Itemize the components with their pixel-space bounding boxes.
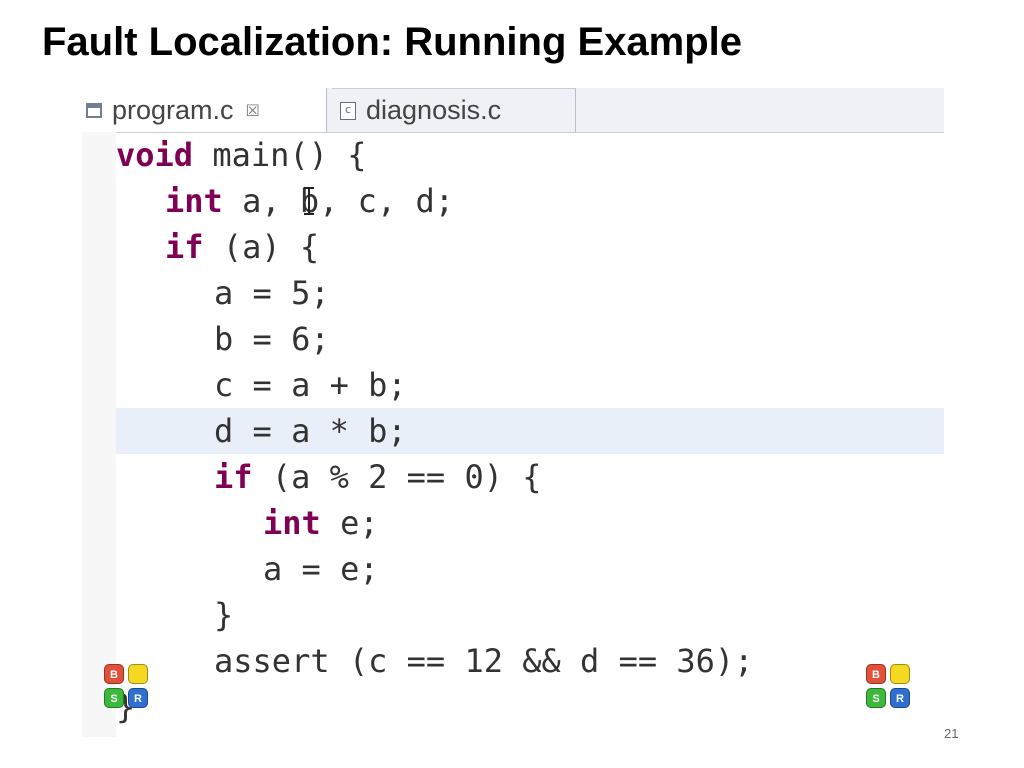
tab-label: program.c <box>112 94 234 125</box>
code-line[interactable]: int a, b, c, d; <box>116 178 944 224</box>
code-text: d = a * b; <box>214 412 407 450</box>
tab-label: diagnosis.c <box>366 95 502 125</box>
code-text: e; <box>320 504 379 542</box>
logo-tile <box>890 664 910 684</box>
code-line[interactable]: a = e; <box>116 546 944 592</box>
code-line[interactable]: if (a) { <box>116 224 944 270</box>
logo-tile: S <box>866 688 886 708</box>
editor-tab-bar: program.c ☒ c diagnosis.c <box>82 88 944 133</box>
code-text: a, b, c, d; <box>222 182 454 220</box>
slide-number: 21 <box>944 726 959 741</box>
code-keyword: int <box>263 504 321 542</box>
logo-tile: B <box>104 664 124 684</box>
code-keyword: void <box>116 136 194 174</box>
code-area[interactable]: void main() {int a, b, c, d; if (a) {a = … <box>82 132 944 737</box>
code-text: (a) { <box>203 228 320 266</box>
code-text: main() { <box>193 136 367 174</box>
bugassist-logo-icon: BSR <box>104 664 150 710</box>
bugassist-logo-icon: BSR <box>866 664 912 710</box>
c-file-icon: c <box>340 101 356 120</box>
code-text: a = e; <box>263 550 379 588</box>
code-text: (a % 2 == 0) { <box>252 458 542 496</box>
code-line[interactable]: } <box>116 592 944 638</box>
code-keyword: int <box>165 182 223 220</box>
logo-tile: B <box>866 664 886 684</box>
code-line[interactable]: a = 5; <box>116 270 944 316</box>
code-line[interactable]: void main() { <box>116 132 944 178</box>
code-editor: program.c ☒ c diagnosis.c void main() {i… <box>82 88 944 737</box>
tab-program-c[interactable]: program.c ☒ <box>82 88 327 132</box>
code-keyword: if <box>214 458 253 496</box>
code-keyword: if <box>165 228 204 266</box>
code-line[interactable]: c = a + b; <box>116 362 944 408</box>
logo-tile <box>128 664 148 684</box>
text-cursor-icon <box>304 187 314 215</box>
code-text: c = a + b; <box>214 366 407 404</box>
logo-tile: R <box>128 688 148 708</box>
code-line[interactable]: b = 6; <box>116 316 944 362</box>
code-line[interactable]: int e; <box>116 500 944 546</box>
logo-tile: R <box>890 688 910 708</box>
code-text: a = 5; <box>214 274 330 312</box>
tab-diagnosis-c[interactable]: c diagnosis.c <box>332 88 576 132</box>
code-line[interactable]: d = a * b; <box>116 408 944 454</box>
code-text: } <box>214 596 234 634</box>
editor-tab-icon <box>86 102 102 118</box>
code-line[interactable]: } <box>116 684 944 730</box>
logo-tile: S <box>104 688 124 708</box>
close-icon[interactable]: ☒ <box>246 101 260 120</box>
code-text: b = 6; <box>214 320 330 358</box>
code-text: assert (c == 12 && d == 36); <box>214 642 754 680</box>
slide-title: Fault Localization: Running Example <box>42 20 743 64</box>
code-line[interactable]: assert (c == 12 && d == 36); <box>116 638 944 684</box>
code-line[interactable]: if (a % 2 == 0) { <box>116 454 944 500</box>
